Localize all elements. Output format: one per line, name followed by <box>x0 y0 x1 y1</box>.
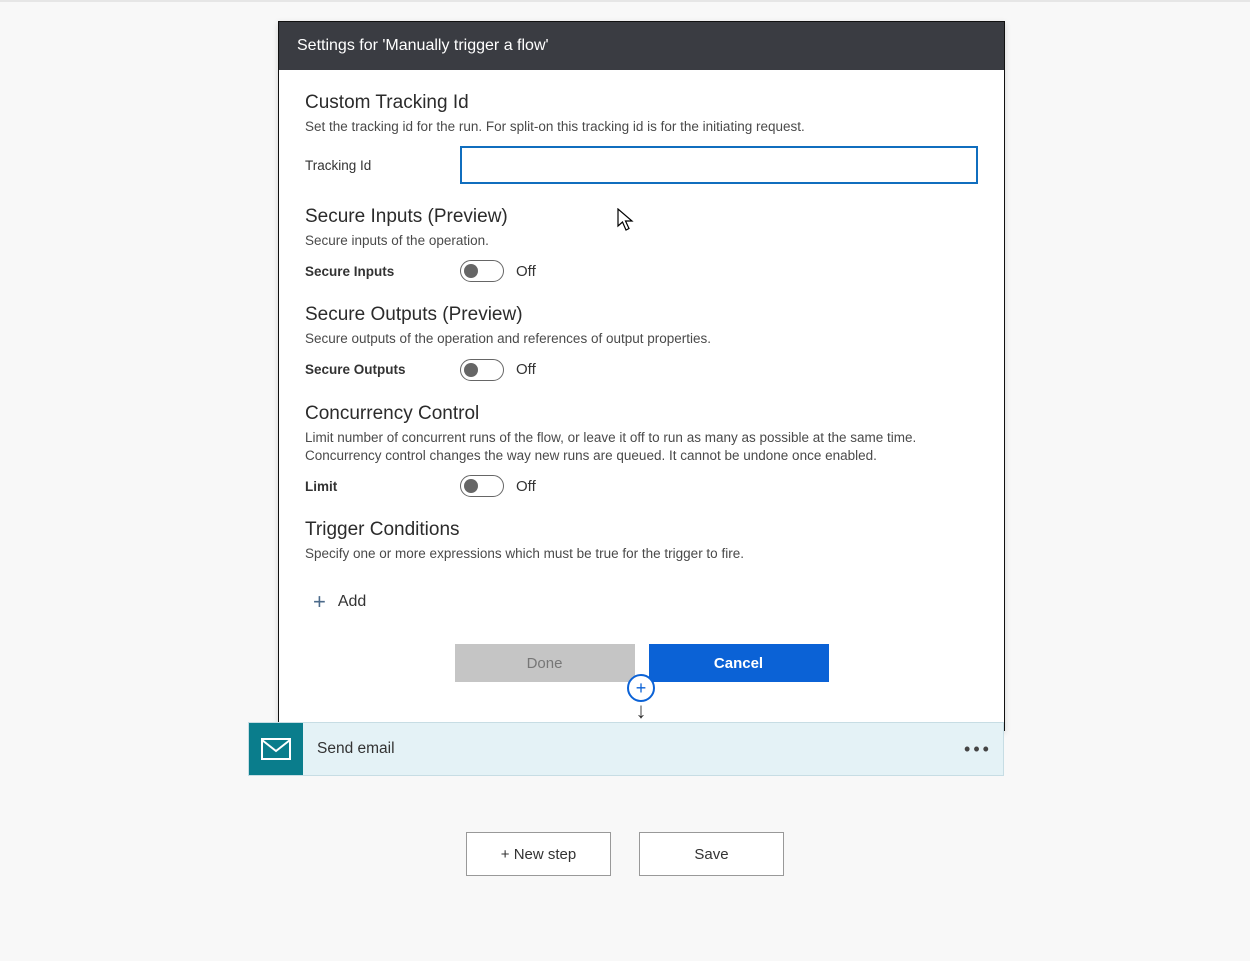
secure-outputs-description: Secure outputs of the operation and refe… <box>305 330 978 348</box>
secure-inputs-description: Secure inputs of the operation. <box>305 232 978 250</box>
toggle-knob-icon <box>464 363 478 377</box>
tracking-heading: Custom Tracking Id <box>305 92 978 114</box>
mail-icon <box>249 723 303 775</box>
tracking-id-input[interactable] <box>460 146 978 184</box>
step-connector: + ↓ <box>625 674 657 722</box>
toggle-knob-icon <box>464 479 478 493</box>
section-trigger-conditions: Trigger Conditions Specify one or more e… <box>305 519 978 614</box>
cancel-button[interactable]: Cancel <box>649 644 829 682</box>
secure-outputs-label: Secure Outputs <box>305 362 460 377</box>
tracking-id-label: Tracking Id <box>305 158 460 173</box>
section-secure-outputs: Secure Outputs (Preview) Secure outputs … <box>305 304 978 380</box>
add-condition-label: Add <box>338 593 366 611</box>
add-condition-button[interactable]: + Add <box>313 591 366 613</box>
more-horizontal-icon: ••• <box>964 739 992 760</box>
concurrency-toggle[interactable] <box>460 475 504 497</box>
concurrency-label: Limit <box>305 479 460 494</box>
done-button[interactable]: Done <box>455 644 635 682</box>
save-button[interactable]: Save <box>639 832 784 876</box>
plus-icon: + <box>313 591 326 613</box>
settings-dialog: Settings for 'Manually trigger a flow' C… <box>278 21 1005 731</box>
toggle-knob-icon <box>464 264 478 278</box>
new-step-button[interactable]: + New step <box>466 832 611 876</box>
section-secure-inputs: Secure Inputs (Preview) Secure inputs of… <box>305 206 978 282</box>
secure-outputs-heading: Secure Outputs (Preview) <box>305 304 978 326</box>
secure-inputs-label: Secure Inputs <box>305 264 460 279</box>
dialog-title: Settings for 'Manually trigger a flow' <box>279 22 1004 70</box>
secure-inputs-heading: Secure Inputs (Preview) <box>305 206 978 228</box>
section-tracking-id: Custom Tracking Id Set the tracking id f… <box>305 92 978 184</box>
conditions-description: Specify one or more expressions which mu… <box>305 545 978 563</box>
action-card-send-email[interactable]: Send email ••• <box>248 722 1004 776</box>
tracking-description: Set the tracking id for the run. For spl… <box>305 118 978 136</box>
action-card-menu-button[interactable]: ••• <box>953 723 1003 775</box>
section-concurrency: Concurrency Control Limit number of conc… <box>305 403 978 497</box>
conditions-heading: Trigger Conditions <box>305 519 978 541</box>
concurrency-heading: Concurrency Control <box>305 403 978 425</box>
secure-inputs-state: Off <box>516 263 536 280</box>
concurrency-description: Limit number of concurrent runs of the f… <box>305 429 978 465</box>
concurrency-state: Off <box>516 478 536 495</box>
secure-outputs-state: Off <box>516 361 536 378</box>
arrow-down-icon: ↓ <box>636 700 647 722</box>
action-card-title: Send email <box>303 723 953 775</box>
secure-outputs-toggle[interactable] <box>460 359 504 381</box>
secure-inputs-toggle[interactable] <box>460 260 504 282</box>
plus-icon: + <box>636 679 647 697</box>
